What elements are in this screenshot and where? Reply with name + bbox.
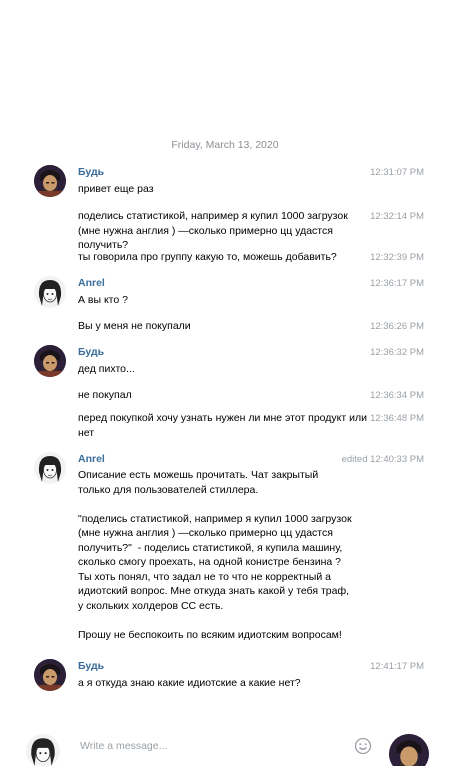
avatar-anrel[interactable] [34, 276, 66, 308]
sender-name[interactable]: Будь [78, 660, 104, 672]
sender-name[interactable]: Anrel [78, 453, 105, 465]
avatar-bud[interactable] [34, 165, 66, 197]
message-time: 12:41:17 PM [370, 661, 424, 672]
message-text: Вы у меня не покупали [78, 320, 191, 332]
message-time: 12:31:07 PM [370, 167, 424, 178]
message-composer [0, 728, 450, 766]
avatar-anrel[interactable] [34, 452, 66, 484]
message-text: поделись статистикой, например я купил 1… [78, 210, 351, 251]
message-text: не покупал [78, 389, 132, 401]
message-text: дед пихто... [78, 363, 135, 375]
my-avatar[interactable] [26, 734, 60, 766]
message-text: А вы кто ? [78, 294, 128, 306]
message-time: edited 12:40:33 PM [341, 454, 424, 465]
avatar-bud[interactable] [34, 345, 66, 377]
date-separator: Friday, March 13, 2020 [171, 139, 279, 151]
smiley-icon[interactable] [354, 737, 372, 755]
message-time: 12:36:17 PM [370, 278, 424, 289]
sender-name[interactable]: Будь [78, 346, 104, 358]
message-input[interactable] [78, 736, 342, 756]
message-text: привет еще раз [78, 183, 154, 195]
message-text: ты говорила про группу какую то, можешь … [78, 251, 337, 263]
sender-name[interactable]: Anrel [78, 277, 105, 289]
avatar-bud[interactable] [34, 659, 66, 691]
chat-window: Friday, March 13, 2020 Будь 12:31:07 PM … [0, 0, 450, 766]
sender-name[interactable]: Будь [78, 166, 104, 178]
message-text: Описание есть можешь прочитать. Чат закр… [78, 469, 352, 641]
message-time: 12:36:32 PM [370, 347, 424, 358]
message-text: перед покупкой хочу узнать нужен ли мне … [78, 412, 370, 439]
peer-avatar[interactable] [389, 734, 429, 766]
message-text: а я откуда знаю какие идиотские а какие … [78, 677, 301, 689]
